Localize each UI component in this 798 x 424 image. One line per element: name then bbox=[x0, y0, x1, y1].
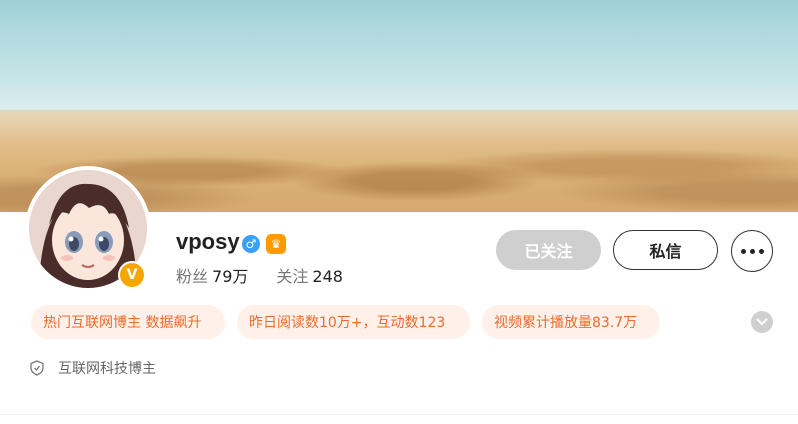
male-icon: ♂ bbox=[242, 235, 260, 253]
username: vposy bbox=[176, 229, 240, 254]
tag-video-plays[interactable]: 视频累计播放量83.7万 bbox=[482, 305, 660, 339]
message-button[interactable]: 私信 bbox=[613, 230, 718, 270]
tag-hot-blogger[interactable]: 热门互联网博主 数据飙升 bbox=[31, 305, 225, 339]
chevron-down-icon[interactable] bbox=[751, 311, 773, 333]
shield-icon bbox=[30, 360, 44, 376]
field-text: 互联网科技博主 bbox=[58, 361, 156, 377]
following-label[interactable]: 关注 bbox=[276, 267, 308, 286]
fans-label[interactable]: 粉丝 bbox=[176, 267, 208, 286]
vip-crown-icon[interactable]: ♛ bbox=[266, 234, 286, 254]
blogger-field: 互联网科技博主 bbox=[30, 358, 156, 378]
following-count[interactable]: 248 bbox=[312, 267, 343, 286]
verified-badge-icon: V bbox=[118, 261, 146, 289]
fans-count[interactable]: 79万 bbox=[212, 267, 248, 286]
followed-button[interactable]: 已关注 bbox=[496, 230, 601, 270]
divider bbox=[0, 414, 798, 415]
profile-stats: 粉丝 79万 关注 248 bbox=[176, 263, 371, 287]
more-dots-icon[interactable] bbox=[731, 230, 773, 272]
tag-reads-interactions[interactable]: 昨日阅读数10万+，互动数123 bbox=[237, 305, 470, 339]
